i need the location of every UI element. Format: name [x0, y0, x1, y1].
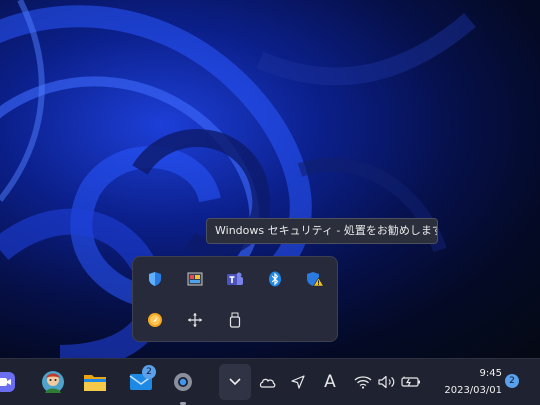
location-arrow-icon[interactable] [287, 372, 309, 392]
file-explorer-button[interactable] [78, 365, 112, 399]
mail-app-button[interactable]: 2 [124, 365, 158, 399]
update-orange-icon[interactable] [144, 309, 166, 331]
windows-security-warning-icon[interactable] [304, 268, 326, 290]
settings-app-button[interactable] [166, 365, 200, 405]
volume-icon[interactable] [376, 372, 398, 392]
wifi-icon[interactable] [352, 372, 374, 392]
usb-drive-icon[interactable] [224, 309, 246, 331]
clock-date: 2023/03/01 [444, 385, 502, 396]
teams-icon[interactable] [224, 268, 246, 290]
onedrive-icon[interactable] [256, 372, 278, 392]
bluetooth-icon[interactable] [264, 268, 286, 290]
taskbar-clock[interactable]: 9:45 2023/03/01 [432, 365, 502, 399]
move-arrows-icon[interactable] [184, 309, 206, 331]
zoom-app-button[interactable] [0, 365, 22, 399]
mail-unread-badge: 2 [142, 365, 156, 379]
ime-mode-indicator[interactable]: A [319, 372, 341, 392]
clock-time: 9:45 [479, 368, 502, 379]
chevron-up-icon [229, 378, 241, 386]
windows-security-shield-icon[interactable] [144, 268, 166, 290]
display-adapter-icon[interactable] [184, 268, 206, 290]
tray-tooltip: Windows セキュリティ - 処置をお勧めします。 [206, 218, 438, 244]
notification-count-badge[interactable]: 2 [505, 374, 519, 388]
avatar-app-button[interactable] [36, 365, 70, 399]
taskbar: 2 A 9:45 2023/03/01 2 [0, 358, 540, 405]
tray-overflow-flyout [132, 256, 338, 342]
show-hidden-icons-button[interactable] [219, 364, 251, 400]
battery-charging-icon[interactable] [400, 372, 422, 392]
